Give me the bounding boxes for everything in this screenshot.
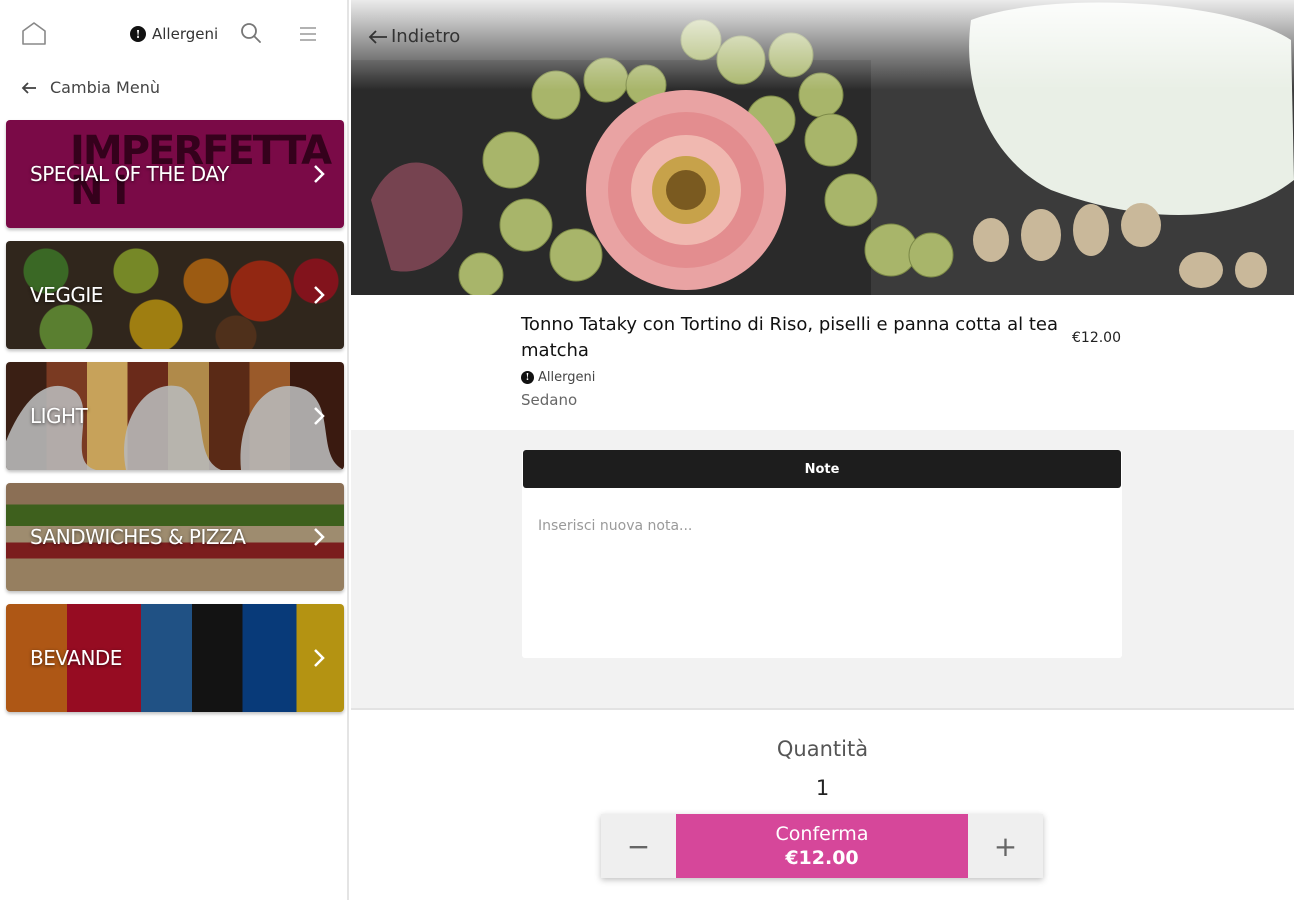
sidebar: ! Allergeni Cambia Menù IMPERFETTA N I S… [0, 0, 349, 900]
chevron-right-icon [314, 649, 325, 667]
category-label: LIGHT [30, 404, 88, 428]
notes-section: Note [351, 430, 1294, 710]
product-name: Tonno Tataky con Tortino di Riso, pisell… [521, 314, 1058, 361]
category-special-of-the-day[interactable]: IMPERFETTA N I SPECIAL OF THE DAY [6, 120, 344, 228]
allergens-link[interactable]: ! Allergeni [130, 22, 218, 46]
quantity-label: Quantità [776, 737, 869, 761]
increase-quantity-button[interactable]: + [968, 814, 1043, 878]
search-icon[interactable] [238, 20, 264, 46]
quantity-value: 1 [815, 776, 830, 800]
category-label: BEVANDE [30, 646, 122, 670]
arrow-left-icon [368, 29, 387, 44]
notes-card: Note [522, 450, 1122, 658]
product-info: Tonno Tataky con Tortino di Riso, pisell… [521, 312, 1126, 409]
product-allergens-heading: ! Allergeni [521, 370, 1126, 385]
category-light[interactable]: LIGHT [6, 362, 344, 470]
allergens-label: Allergeni [152, 25, 219, 43]
notes-input[interactable] [522, 490, 1122, 656]
change-menu-label: Cambia Menù [50, 78, 160, 97]
product-detail: Indietro Tonno Tataky con Tortino di Ris… [351, 0, 1294, 900]
product-allergens-list: Sedano [521, 391, 578, 409]
allergens-label: Allergeni [538, 370, 596, 385]
confirm-label: Conferma [775, 823, 869, 845]
confirm-price: €12.00 [785, 847, 859, 869]
product-image: Indietro [351, 0, 1294, 295]
arrow-left-icon [21, 81, 36, 94]
chevron-right-icon [314, 528, 325, 546]
category-label: VEGGIE [30, 283, 103, 307]
category-veggie[interactable]: VEGGIE [6, 241, 344, 349]
category-sandwiches-pizza[interactable]: SANDWICHES & PIZZA [6, 483, 344, 591]
back-label: Indietro [391, 26, 461, 47]
order-bar: − Conferma €12.00 + [601, 814, 1043, 878]
info-icon: ! [130, 26, 146, 42]
back-link[interactable]: Indietro [367, 26, 460, 47]
category-label: SPECIAL OF THE DAY [30, 162, 229, 186]
decrease-quantity-button[interactable]: − [601, 814, 676, 878]
hamburger-menu-icon[interactable] [296, 22, 320, 46]
hero-fade [351, 0, 1294, 90]
confirm-button[interactable]: Conferma €12.00 [676, 814, 968, 878]
info-icon: ! [521, 371, 534, 384]
notes-header: Note [523, 450, 1121, 488]
change-menu-link[interactable]: Cambia Menù [20, 78, 160, 97]
category-label: SANDWICHES & PIZZA [30, 525, 246, 549]
sidebar-topbar: ! Allergeni [0, 0, 349, 66]
chevron-right-icon [314, 165, 325, 183]
chevron-right-icon [314, 407, 325, 425]
product-price: €12.00 [1072, 330, 1121, 346]
chevron-right-icon [314, 286, 325, 304]
home-icon[interactable] [20, 20, 48, 46]
category-list: IMPERFETTA N I SPECIAL OF THE DAY VEGGIE… [6, 120, 344, 725]
category-bevande[interactable]: BEVANDE [6, 604, 344, 712]
